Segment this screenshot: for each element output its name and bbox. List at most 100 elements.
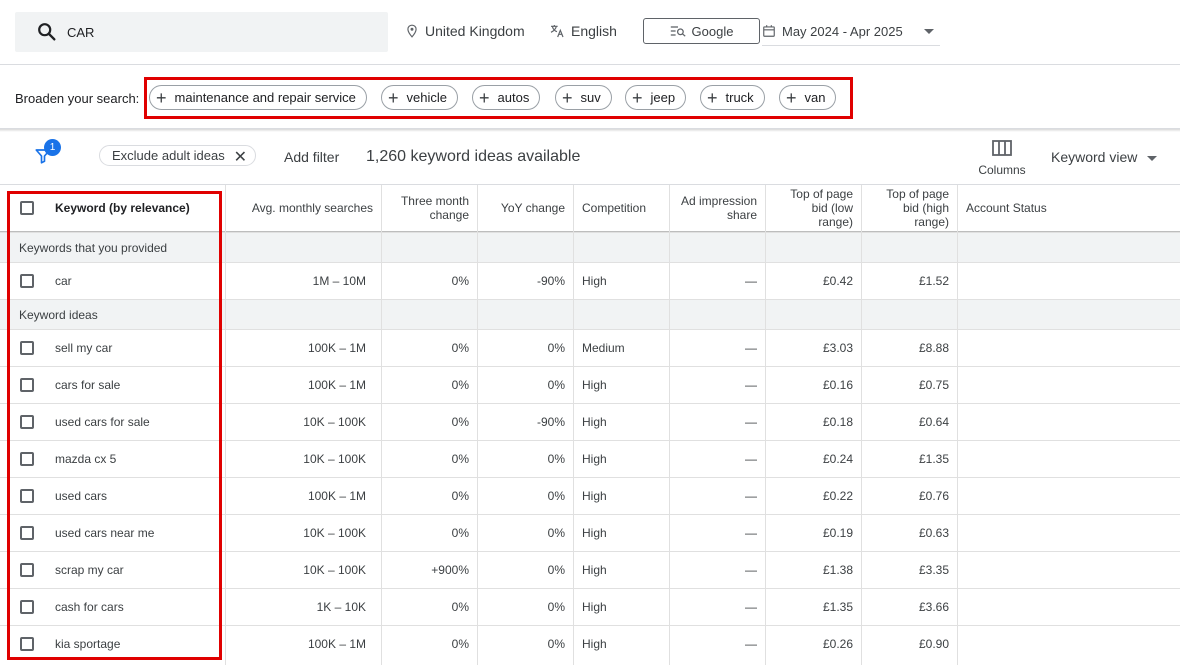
bid-high-cell: £0.64	[918, 415, 949, 429]
header-bid-low[interactable]: Top of page bid (low range)	[766, 185, 861, 231]
yoy-cell: 0%	[547, 452, 565, 466]
bid-low-cell: £0.42	[822, 274, 853, 288]
column-divider	[573, 185, 574, 665]
plus-icon: +	[156, 87, 167, 108]
broaden-chip-autos[interactable]: + autos	[472, 85, 541, 110]
chip-label: van	[804, 90, 826, 105]
impression-cell: —	[745, 378, 757, 392]
broaden-label: Broaden your search:	[15, 91, 140, 106]
column-divider	[477, 185, 478, 665]
yoy-cell: 0%	[547, 563, 565, 577]
calendar-icon	[763, 25, 775, 37]
chip-label: jeep	[650, 90, 676, 105]
chip-label: maintenance and repair service	[174, 90, 356, 105]
plus-icon: +	[707, 87, 718, 108]
columns-label: Columns	[978, 163, 1026, 177]
bid-high-cell: £0.63	[918, 526, 949, 540]
broaden-chip-vehicle[interactable]: + vehicle	[381, 85, 458, 110]
keyword-view-dropdown[interactable]: Keyword view	[1051, 149, 1158, 165]
three-month-cell: 0%	[451, 452, 469, 466]
header-account-status[interactable]: Account Status	[958, 185, 1158, 231]
bid-low-cell: £0.18	[822, 415, 853, 429]
avg-cell: 100K – 1M	[307, 341, 366, 355]
bid-high-cell: £1.52	[918, 274, 949, 288]
avg-cell: 10K – 100K	[303, 415, 366, 429]
three-month-cell: 0%	[451, 526, 469, 540]
divider-shadow	[0, 129, 1180, 132]
add-filter-button[interactable]: Add filter	[284, 149, 339, 165]
impression-cell: —	[745, 526, 757, 540]
header-three-month-change[interactable]: Three month change	[382, 185, 477, 231]
competition-cell: High	[582, 563, 607, 577]
bid-low-cell: £0.16	[822, 378, 853, 392]
location-selector[interactable]: United Kingdom	[405, 23, 525, 39]
chip-label: suv	[580, 90, 601, 105]
chip-label: autos	[497, 90, 530, 105]
competition-cell: High	[582, 526, 607, 540]
close-icon[interactable]: ✕	[234, 147, 247, 167]
date-range-selector[interactable]: May 2024 - Apr 2025	[762, 17, 940, 46]
yoy-cell: 0%	[547, 600, 565, 614]
date-range-label: May 2024 - Apr 2025	[782, 23, 903, 39]
avg-cell: 10K – 100K	[303, 563, 366, 577]
impression-cell: —	[745, 489, 757, 503]
location-pin-icon	[407, 24, 417, 38]
filter-chip-label: Exclude adult ideas	[112, 148, 225, 163]
avg-cell: 10K – 100K	[303, 452, 366, 466]
broaden-chip-suv[interactable]: + suv	[555, 85, 612, 110]
keyword-view-label: Keyword view	[1051, 149, 1138, 165]
column-divider	[765, 185, 766, 665]
yoy-cell: 0%	[547, 637, 565, 651]
avg-cell: 100K – 1M	[307, 378, 366, 392]
search-network-icon	[670, 26, 686, 37]
impression-cell: —	[745, 415, 757, 429]
bid-low-cell: £0.26	[822, 637, 853, 651]
dropdown-arrow-icon	[924, 29, 934, 34]
columns-button[interactable]: Columns	[975, 140, 1029, 177]
broaden-chip-van[interactable]: + van	[779, 85, 837, 110]
competition-cell: High	[582, 489, 607, 503]
three-month-cell: 0%	[451, 600, 469, 614]
column-divider	[957, 185, 958, 665]
filter-count-badge: 1	[44, 139, 61, 156]
three-month-cell: +900%	[431, 563, 469, 577]
keyword-search-box[interactable]: CAR	[15, 12, 388, 52]
broaden-chip-jeep[interactable]: + jeep	[625, 85, 687, 110]
bid-low-cell: £1.38	[822, 563, 853, 577]
header-yoy-change[interactable]: YoY change	[478, 185, 573, 231]
column-divider	[861, 185, 862, 665]
keyword-column-highlight-box	[7, 191, 222, 660]
impression-cell: —	[745, 637, 757, 651]
three-month-cell: 0%	[451, 637, 469, 651]
exclude-adult-filter-chip[interactable]: Exclude adult ideas ✕	[99, 145, 256, 166]
avg-cell: 100K – 1M	[307, 637, 366, 651]
avg-cell: 100K – 1M	[307, 489, 366, 503]
search-network-button[interactable]: Google	[643, 18, 760, 44]
header-bid-high[interactable]: Top of page bid (high range)	[862, 185, 957, 231]
bid-low-cell: £0.22	[822, 489, 853, 503]
plus-icon: +	[388, 87, 399, 108]
column-divider	[225, 185, 226, 665]
header-competition[interactable]: Competition	[574, 185, 669, 231]
yoy-cell: -90%	[536, 274, 565, 288]
yoy-cell: 0%	[547, 378, 565, 392]
broaden-chip-maintenance[interactable]: + maintenance and repair service	[149, 85, 367, 110]
header-avg-monthly-searches[interactable]: Avg. monthly searches	[226, 185, 381, 231]
bid-low-cell: £0.24	[822, 452, 853, 466]
yoy-cell: 0%	[547, 341, 565, 355]
bid-low-cell: £1.35	[822, 600, 853, 614]
bid-high-cell: £0.90	[918, 637, 949, 651]
broaden-chip-truck[interactable]: + truck	[700, 85, 765, 110]
header-ad-impression-share[interactable]: Ad impression share	[670, 185, 765, 231]
competition-cell: High	[582, 600, 607, 614]
competition-cell: High	[582, 637, 607, 651]
language-selector[interactable]: English	[549, 23, 617, 39]
divider	[0, 64, 1180, 65]
three-month-cell: 0%	[451, 489, 469, 503]
dropdown-arrow-icon	[1147, 155, 1158, 161]
impression-cell: —	[745, 600, 757, 614]
yoy-cell: 0%	[547, 489, 565, 503]
search-query[interactable]: CAR	[67, 25, 94, 40]
three-month-cell: 0%	[451, 378, 469, 392]
bid-high-cell: £1.35	[918, 452, 949, 466]
